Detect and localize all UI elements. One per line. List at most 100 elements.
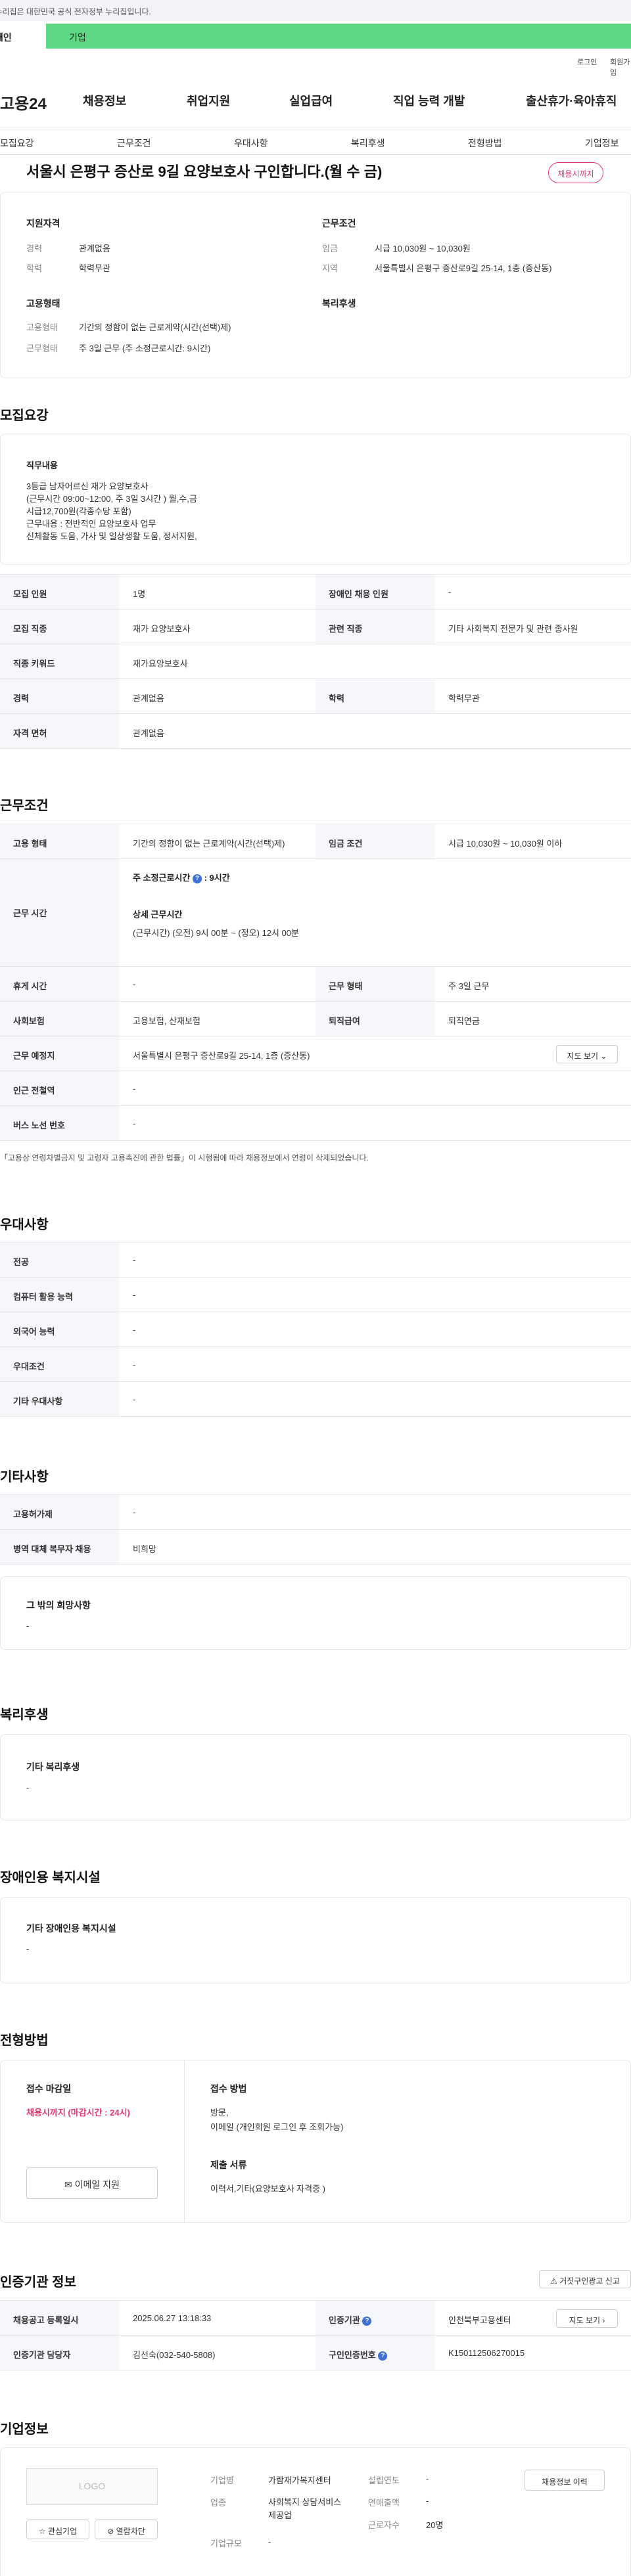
table-header-cell: 버스 노선 번호	[0, 1106, 120, 1140]
deadline-heading: 접수 마감일	[26, 2083, 72, 2094]
education-value: 학력무관	[79, 263, 110, 273]
table-header-cell: 근무 시간	[0, 859, 120, 966]
selection-heading: 전형방법	[0, 2033, 49, 2048]
detail-hours-value: (근무시간) (오전) 9시 00분 ~ (정오) 12시 00분	[133, 928, 299, 938]
age-note: 「고용상 연령차별금지 및 고령자 고용촉진에 관한 법률」이 시행됨에 따라 …	[0, 1153, 369, 1163]
table-header-cell: 구인인증번호 ?	[316, 2336, 435, 2370]
employment-type-value: 기간의 정함이 없는 근로계약(시간(선택)제)	[79, 322, 231, 332]
gnb-employment-support[interactable]: 취업지원	[187, 92, 230, 109]
gnb-jobs[interactable]: 채용정보	[83, 92, 126, 109]
lnb-selection[interactable]: 전형방법	[468, 137, 502, 150]
table-header-cell: 장애인 채용 인원	[316, 575, 435, 609]
job-title: 서울시 은평구 증산로 9길 요양보호사 구인합니다.(월 수 금)	[26, 164, 383, 180]
table-cell: 2025.06.27 13:18:33	[133, 2313, 212, 2323]
table-cell: -	[448, 587, 452, 597]
welfare-box-heading: 기타 복리후생	[26, 1762, 80, 1772]
table-cell: -	[133, 1119, 136, 1128]
welfare-box-value: -	[26, 1783, 30, 1792]
duty-line: 신체활동 도움, 가사 및 일상생활 도움, 정서지원,	[26, 531, 197, 541]
favorite-company-button[interactable]: ☆ 관심기업	[26, 2520, 89, 2539]
table-cell: -	[133, 1325, 136, 1335]
table-cell: 학력무관	[448, 694, 480, 703]
site-logo[interactable]: 고용24	[0, 91, 47, 114]
work-heading: 근무조건	[0, 799, 49, 813]
info-icon[interactable]: ?	[192, 874, 202, 883]
table-header-cell: 학력	[316, 679, 435, 713]
table-cell: 기타 사회복지 전문가 및 관련 종사원	[448, 624, 578, 634]
other-heading: 기타사항	[0, 1470, 49, 1484]
disability-box-value: -	[26, 1944, 30, 1954]
table-cell: 1명	[133, 589, 146, 599]
wish-heading: 그 밖의 희망사항	[26, 1600, 91, 1610]
table-cell: 비희망	[133, 1544, 156, 1554]
login-link[interactable]: 로그인	[577, 56, 597, 67]
table-header-cell: 경력	[0, 679, 120, 713]
table-cell: 인천북부고용센터	[448, 2315, 511, 2325]
table-header-cell: 전공	[0, 1243, 120, 1277]
duty-line: 3등급 남자어르신 재가 요양보호사	[26, 481, 149, 491]
table-header-cell: 퇴직급여	[316, 1002, 435, 1036]
table-header-cell: 인증기관 ?	[316, 2301, 435, 2335]
tab-personal[interactable]: 개인	[0, 24, 46, 49]
job-history-button[interactable]: 채용정보 이력	[525, 2470, 605, 2491]
disability-heading: 장애인용 복지시설	[0, 1871, 101, 1885]
table-header-cell: 인근 전철역	[0, 1071, 120, 1105]
table-cell: 퇴직연금	[448, 1016, 480, 1026]
gnb-skills-development[interactable]: 직업 능력 개발	[393, 92, 465, 109]
table-cell: 시급 10,030원 ~ 10,030원 이하	[448, 839, 563, 849]
lnb-work-conditions[interactable]: 근무조건	[117, 137, 151, 150]
company-heading: 기업정보	[0, 2422, 49, 2437]
career-value: 관계없음	[79, 244, 110, 254]
map-view-button[interactable]: 지도 보기 ⌄	[556, 1045, 618, 1063]
company-logo-placeholder: LOGO	[26, 2468, 158, 2505]
section-nav	[0, 129, 631, 155]
table-header-cell: 관련 직종	[316, 610, 435, 644]
email-apply-button[interactable]: ✉ 이메일 지원	[26, 2167, 158, 2199]
lnb-recruit[interactable]: 모집요강	[0, 137, 34, 150]
table-cell: 기간의 정함이 없는 근로계약(시간(선택)제)	[133, 839, 285, 849]
info-icon[interactable]: ?	[362, 2316, 372, 2326]
table-header-cell: 근무 형태	[316, 967, 435, 1001]
table-header-cell: 자격 면허	[0, 714, 120, 748]
table-cell: 재가 요양보호사	[133, 624, 191, 634]
company-size: -	[268, 2537, 271, 2546]
card-divider	[184, 2060, 185, 2222]
lnb-company[interactable]: 기업정보	[585, 137, 619, 150]
table-header-cell: 컴퓨터 활용 능력	[0, 1277, 120, 1312]
lnb-welfare[interactable]: 복리후생	[351, 137, 385, 150]
lnb-preference[interactable]: 우대사항	[234, 137, 268, 150]
conditions-heading: 근무조건	[322, 218, 356, 229]
table-cell: 관계없음	[133, 728, 164, 738]
table-cell: -	[133, 1507, 136, 1517]
region-label: 지역	[322, 263, 338, 273]
join-link[interactable]: 회원가입	[610, 56, 631, 78]
table-cell: K150112506270015	[448, 2348, 525, 2358]
report-false-ad-button[interactable]: ⚠ 거짓구인광고 신고	[539, 2270, 631, 2288]
table-header-cell: 고용허가제	[0, 1495, 120, 1529]
table-header-cell: 기타 우대사항	[0, 1382, 120, 1416]
block-view-button[interactable]: ⊘ 열람차단	[95, 2520, 158, 2539]
table-cell: 재가요양보호사	[133, 659, 188, 669]
company-field-label: 근로자수	[368, 2520, 400, 2530]
table-header-cell: 고용 형태	[0, 824, 120, 858]
cert-map-button[interactable]: 지도 보기 ›	[556, 2309, 618, 2328]
deadline-value: 채용시까지 (마감시간 : 24시)	[26, 2108, 130, 2118]
tab-corporate[interactable]: 기업	[46, 24, 631, 49]
mail-icon: ✉	[64, 2179, 72, 2190]
table-cell: -	[133, 1255, 136, 1265]
region-value: 서울특별시 은평구 증산로9길 25-14, 1층 (증산동)	[375, 263, 552, 273]
info-icon[interactable]: ?	[378, 2351, 388, 2361]
table-cell: 관계없음	[133, 694, 164, 703]
wish-card	[0, 1576, 631, 1650]
gnb-unemployment-benefit[interactable]: 실업급여	[289, 92, 333, 109]
duty-line: (근무시간 09:00~12:00, 주 3일 3시간 ) 월,수,금	[26, 494, 197, 504]
table-header-cell: 모집 직종	[0, 610, 120, 644]
docs-value: 이력서,기타(요양보호사 자격증 )	[210, 2184, 325, 2194]
company-name: 가람재가복지센터	[268, 2476, 331, 2485]
wage-value: 시급 10,030원 ~ 10,030원	[375, 244, 471, 254]
gnb-maternity-leave[interactable]: 출산휴가·육아휴직	[526, 92, 617, 109]
table-cell: -	[133, 1394, 136, 1404]
disability-card	[0, 1897, 631, 1984]
docs-heading: 제출 서류	[210, 2160, 247, 2170]
career-label: 경력	[26, 244, 42, 254]
